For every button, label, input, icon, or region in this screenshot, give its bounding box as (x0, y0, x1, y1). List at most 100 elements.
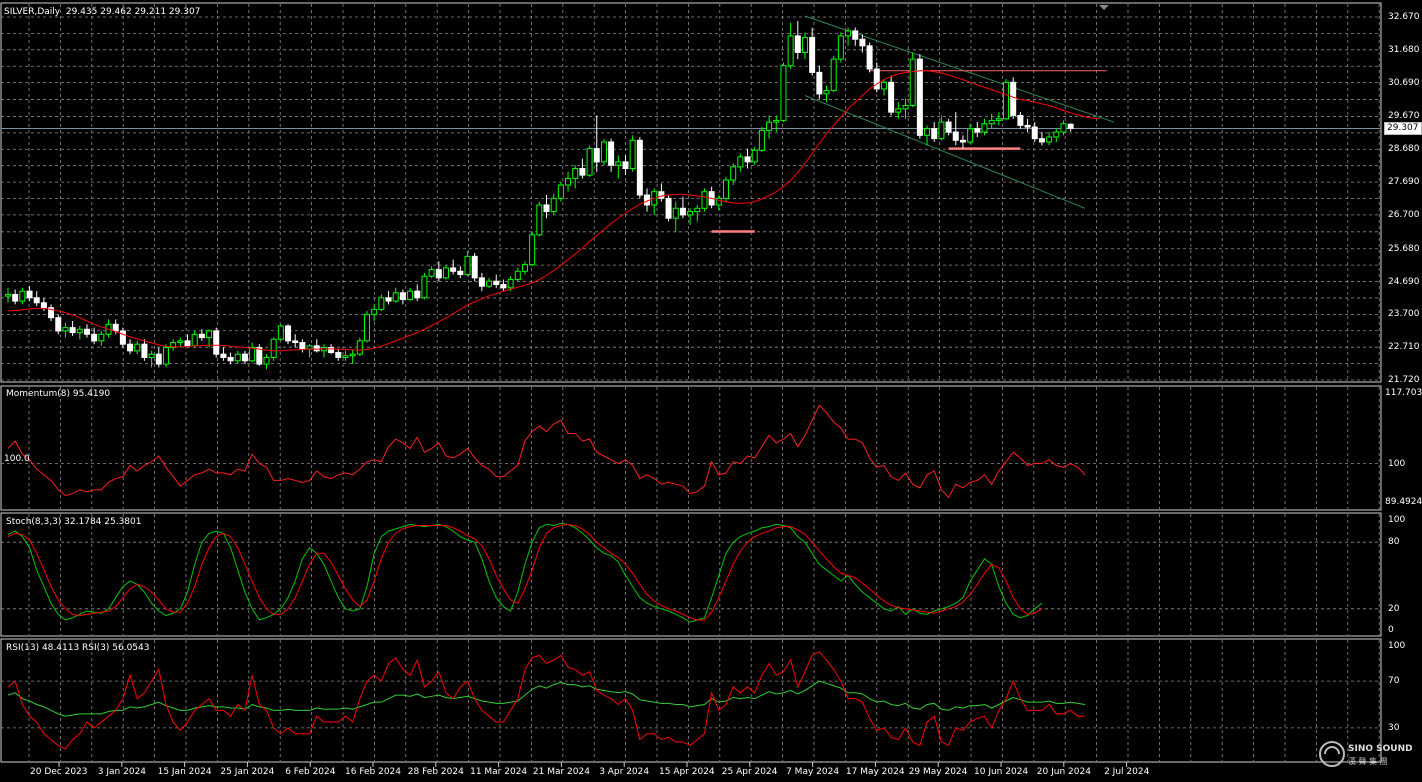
candle-body (227, 356, 234, 362)
price-tick-label: 24.690 (1388, 276, 1420, 287)
momentum-ref-label: 100.0 (4, 454, 30, 464)
price-tick-label: 23.700 (1388, 309, 1420, 320)
time-tick-label: 16 Feb 2024 (345, 767, 402, 777)
candle-body (493, 280, 500, 286)
candle-body (414, 290, 421, 299)
candle-body (33, 297, 40, 304)
price-tick-label: 26.700 (1388, 209, 1420, 220)
candle-body (744, 156, 751, 163)
candle-body (457, 270, 464, 276)
candle-body (1003, 81, 1010, 120)
candle-body (184, 340, 191, 347)
time-tick-label: 20 Jun 2024 (1036, 767, 1091, 777)
candle-body (241, 353, 248, 362)
candle-body (378, 297, 385, 310)
candle-body (19, 290, 26, 302)
candle-body (342, 355, 349, 358)
candle-body (543, 204, 550, 213)
candle-body (249, 347, 256, 362)
candle-body (924, 128, 931, 136)
candle-body (1046, 136, 1053, 143)
candle-body (98, 333, 105, 342)
candle-body (888, 81, 895, 113)
candle-body (945, 121, 952, 133)
candle-body (723, 179, 729, 199)
candle-body (292, 340, 299, 344)
candle-body (206, 330, 213, 339)
candle-body (356, 340, 363, 355)
candle-body (1031, 126, 1038, 140)
candle-body (40, 302, 47, 309)
candle-body (701, 191, 708, 209)
candle-body (622, 161, 629, 169)
candle-body (880, 81, 887, 90)
candle-body (572, 167, 579, 179)
current-price-tag: 29.307 (1384, 122, 1422, 135)
rsi-title: RSI(13) 48.4113 RSI(3) 56.0543 (6, 643, 150, 653)
sino-sound-logo: SINO SOUND 漢 聲 集 團 (1316, 738, 1413, 774)
candle-body (198, 333, 205, 339)
candle-body (507, 279, 514, 289)
candle-body (579, 167, 586, 176)
symbol-label: SILVER,Daily (4, 7, 61, 17)
candle-body (12, 293, 19, 302)
candle-body (392, 292, 399, 302)
candle-body (529, 234, 536, 266)
rsi-tick-label: 70 (1388, 676, 1400, 687)
candle-body (593, 148, 600, 163)
symbol-header: SILVER,Daily 29.435 29.462 29.211 29.307 (4, 7, 200, 17)
candle-body (995, 118, 1002, 121)
candle-body (500, 284, 507, 289)
candle-body (55, 317, 62, 332)
candle-body (112, 323, 119, 332)
candle-body (119, 330, 126, 345)
candle-body (177, 340, 184, 344)
candle-body (952, 131, 959, 141)
candle-body (514, 270, 521, 281)
time-tick-label: 17 May 2024 (845, 767, 905, 777)
candle-body (428, 269, 435, 277)
time-tick-label: 15 Jan 2024 (157, 767, 212, 777)
candle-body (141, 343, 148, 358)
price-tick-label: 29.670 (1388, 111, 1420, 122)
candle-body (399, 292, 406, 300)
candle-body (328, 347, 335, 353)
candle-body (471, 255, 478, 279)
candle-body (256, 347, 263, 365)
time-tick-label: 29 May 2024 (908, 767, 968, 777)
candle-body (823, 90, 830, 95)
stoch-tick-label: 0 (1388, 625, 1394, 635)
candle-body (478, 277, 485, 287)
logo-sub: 漢 聲 集 團 (1348, 756, 1388, 766)
time-tick-label: 10 Jun 2024 (974, 767, 1029, 777)
candle-body (766, 121, 773, 131)
price-tick-label: 25.680 (1388, 243, 1420, 254)
candle-body (787, 35, 794, 67)
time-tick-label: 15 Apr 2024 (659, 767, 715, 777)
candle-body (313, 345, 320, 352)
momentum-line (7, 404, 1086, 499)
candle-body (816, 71, 823, 95)
candle-body (1053, 131, 1060, 138)
candle-body (26, 290, 33, 299)
candle-body (845, 30, 852, 37)
price-tick-label: 32.670 (1388, 12, 1420, 22)
candle-body (1060, 123, 1067, 133)
panel-frame-mom (0, 385, 1382, 511)
candle-body (69, 327, 76, 334)
time-tick-label: 7 May 2024 (786, 767, 840, 777)
price-tick-label: 28.680 (1388, 144, 1420, 155)
price-tick-label: 30.690 (1388, 77, 1420, 88)
candle-body (1017, 114, 1024, 126)
momentum-tick-label: 117.7037 (1385, 388, 1422, 398)
candle-body (687, 211, 694, 216)
candle-body (837, 35, 844, 60)
price-tick-label: 22.710 (1388, 342, 1420, 353)
candle-body (349, 353, 356, 357)
candle-body (421, 275, 428, 299)
candle-body (895, 108, 902, 113)
time-tick-label: 3 Apr 2024 (599, 767, 650, 777)
candle-body (565, 177, 572, 186)
ohlc-values: 29.435 29.462 29.211 29.307 (65, 7, 201, 17)
rsi-tick-label: 100 (1388, 641, 1406, 651)
